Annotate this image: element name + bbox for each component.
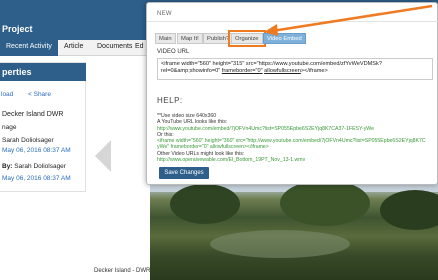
video-url-line-2: rel=0&amp;showinfo=0" frameborder="0" al… [161, 68, 429, 75]
created-by: Sarah Doliolsager [2, 137, 54, 144]
edit-modal: NEW Main Map It! Publish? Organize Video… [146, 2, 438, 185]
help-title: HELP: [157, 96, 183, 105]
help-line: http://www.operaivewable.com/El_Bottom_1… [157, 157, 306, 164]
video-url-end: ></iframe> [300, 68, 328, 74]
modal-divider [147, 21, 438, 22]
project-label: Project [2, 24, 33, 34]
video-url-allowfullscreen: allowfullscreen [264, 68, 301, 74]
tab-publish[interactable]: Publish? [203, 33, 234, 44]
nav-tab-documents[interactable]: Documents [97, 43, 132, 50]
video-url-part: rel=0&amp;showinfo=0" [161, 68, 222, 74]
save-changes-button[interactable]: Save Changes [159, 167, 209, 179]
chevron-left-icon[interactable] [95, 140, 111, 172]
item-type: nage [2, 124, 17, 131]
photo-tree [380, 190, 438, 230]
photo-caption: Decker Island - DWR [94, 268, 151, 274]
nav-tab-article[interactable]: Article [64, 43, 83, 50]
photo-tree [280, 180, 370, 226]
video-url-line-1: <iframe width="560" height="315" src="ht… [161, 61, 382, 67]
tab-main[interactable]: Main [155, 33, 176, 44]
photo-tree [170, 184, 240, 224]
help-text: **Use video size 640x360 A YouTube URL l… [157, 113, 437, 163]
nav-tab-recent-activity[interactable]: Recent Activity [0, 40, 58, 56]
created-date: May 06, 2016 08:37 AM [2, 147, 71, 154]
download-link[interactable]: load [1, 91, 13, 98]
video-url-input[interactable]: <iframe width="560" height="315" src="ht… [157, 58, 433, 80]
share-label: Share [33, 91, 51, 98]
properties-panel: perties load < Share Decker Island DWR n… [0, 62, 86, 192]
share-link[interactable]: < Share [28, 91, 51, 98]
download-label: load [1, 91, 14, 98]
modified-by-row: By: Sarah Doliolsager [2, 163, 66, 170]
nav-tab-ed[interactable]: Ed [135, 43, 144, 50]
properties-header: perties [0, 63, 86, 81]
tab-map-it[interactable]: Map It! [177, 33, 203, 44]
tab-organize[interactable]: Organize [228, 30, 266, 47]
photo-water [210, 230, 350, 258]
tab-video-embed[interactable]: Video Embed [263, 33, 306, 44]
video-url-label: VIDEO URL [157, 49, 190, 55]
modified-by-label: By: [2, 163, 13, 170]
properties-title: perties [2, 67, 32, 77]
modified-by: Sarah Doliolsager [14, 163, 66, 170]
photo [150, 176, 438, 280]
modified-date: May 06, 2016 08:37 AM [2, 175, 71, 182]
video-url-frameborder: frameborder="0" [221, 68, 263, 74]
item-name: Decker Island DWR [2, 111, 64, 118]
modal-title: NEW [157, 11, 172, 17]
